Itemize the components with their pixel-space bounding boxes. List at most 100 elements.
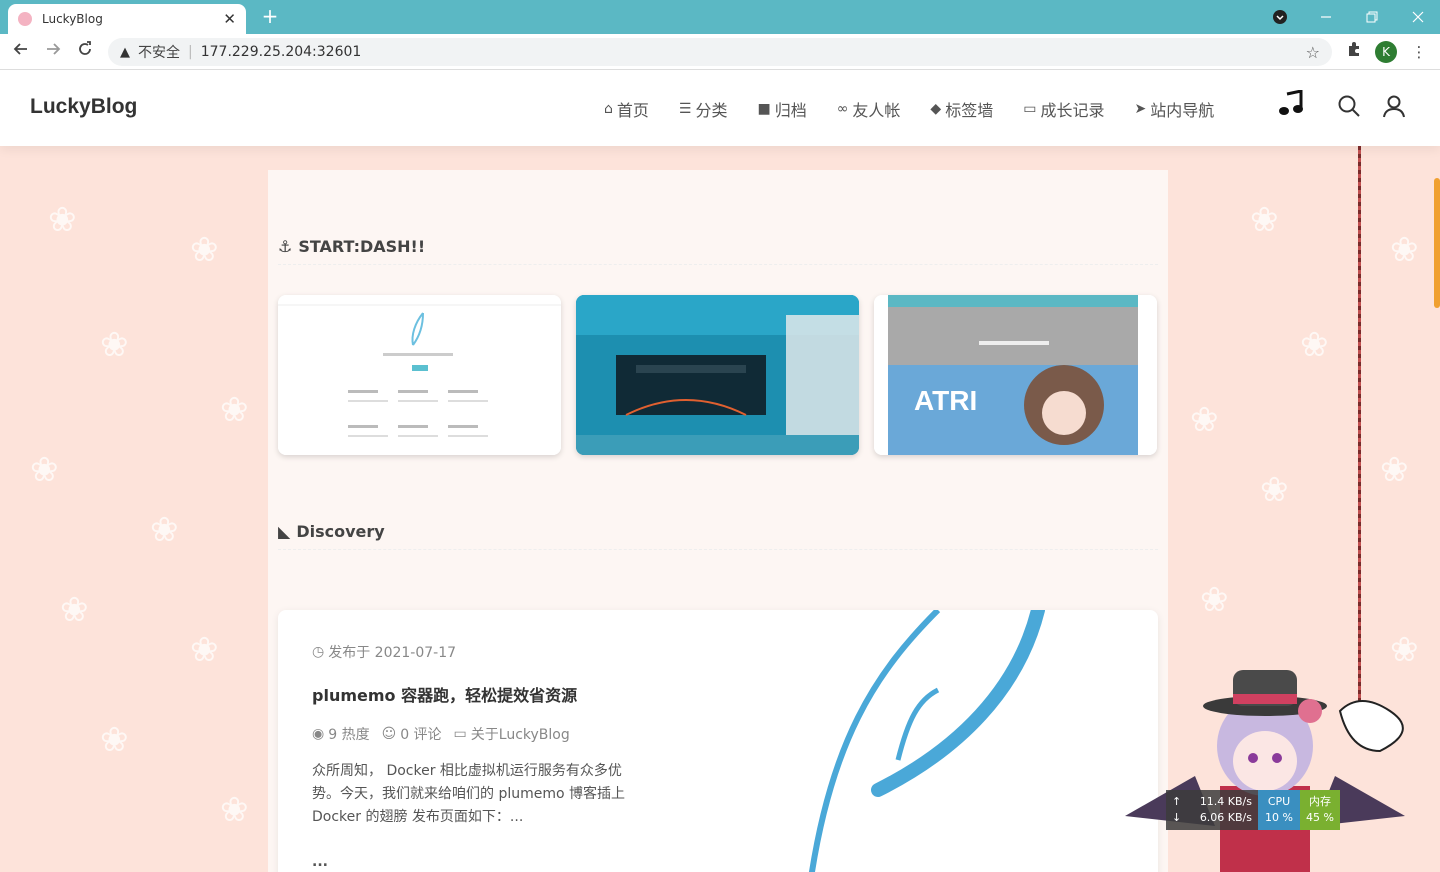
sakura-icon: ❀	[190, 230, 219, 270]
browser-toolbar: ▲ 不安全 | 177.229.25.204:32601 ☆ K ⋮	[0, 34, 1440, 70]
forward-icon[interactable]	[40, 40, 66, 64]
new-tab-button[interactable]: +	[258, 4, 282, 28]
post-category[interactable]: 关于LuckyBlog	[471, 724, 570, 744]
minimize-icon[interactable]	[1304, 0, 1348, 34]
nav-label: 站内导航	[1150, 101, 1215, 120]
post-card[interactable]: ◷ 发布于 2021-07-17 plumemo 容器跑，轻松提效省资源 ◉ 9…	[278, 610, 1158, 872]
close-window-icon[interactable]	[1396, 0, 1440, 34]
nav-item-archive[interactable]: ■ 归档	[757, 97, 806, 121]
menu-kebab-icon[interactable]: ⋮	[1408, 41, 1430, 63]
memory-panel: 内存 45 %	[1300, 790, 1340, 830]
sakura-icon: ❀	[1250, 200, 1279, 240]
folder-icon: ▭	[453, 726, 467, 742]
feature-card-thumbnail: ATRI	[874, 295, 1157, 455]
nav-item-category[interactable]: ☰ 分类	[679, 97, 728, 121]
network-panel: ↑ 11.4 KB/s ↓ 6.06 KB/s	[1166, 790, 1258, 830]
search-icon[interactable]	[1337, 94, 1361, 124]
post-comments[interactable]: 0 评论	[400, 724, 441, 744]
memory-value: 45 %	[1306, 811, 1334, 824]
browser-tab[interactable]: LuckyBlog ✕	[8, 4, 246, 34]
sakura-icon: ❀	[150, 510, 179, 550]
section-title: START:DASH!!	[298, 237, 426, 256]
post-date: ◷ 发布于 2021-07-17	[312, 642, 456, 662]
site-logo[interactable]: LuckyBlog	[30, 95, 137, 119]
tag-icon: ◆	[930, 101, 942, 117]
feature-card[interactable]	[278, 295, 561, 455]
nav-item-site-nav[interactable]: ➤ 站内导航	[1134, 97, 1214, 121]
extensions-icon[interactable]	[1343, 41, 1365, 63]
section-title: Discovery	[296, 522, 385, 541]
sakura-icon: ❀	[60, 590, 89, 630]
sakura-icon: ❀	[1200, 580, 1229, 620]
nav-label: 成长记录	[1040, 101, 1105, 120]
send-icon: ➤	[1134, 101, 1147, 117]
nav-label: 标签墙	[945, 101, 994, 120]
anchor-icon: ⚓	[278, 237, 293, 256]
download-speed: 6.06 KB/s	[1199, 811, 1252, 824]
profile-avatar[interactable]: K	[1375, 41, 1397, 63]
page-scrollbar-thumb[interactable]	[1434, 178, 1440, 308]
music-icon[interactable]	[1278, 89, 1304, 124]
section-start-dash: ⚓ START:DASH!!	[278, 237, 1158, 265]
download-arrow-icon: ↓	[1172, 811, 1182, 824]
nav-label: 友人帐	[852, 101, 901, 120]
feature-card[interactable]: ATRI	[874, 295, 1157, 455]
insecure-label: 不安全	[138, 45, 180, 61]
favicon-icon	[18, 12, 32, 26]
upload-arrow-icon: ↑	[1172, 795, 1182, 808]
sakura-icon: ❀	[220, 790, 249, 830]
mascot-illustration	[1125, 670, 1405, 872]
section-discovery: ◣ Discovery	[278, 522, 1158, 550]
site-header: LuckyBlog ⌂ 首页 ☰ 分类 ■ 归档 ∞ 友人帐 ◆ 标签墙 ▭ 成长记录 ➤ 站…	[0, 70, 1440, 146]
address-separator: |	[188, 44, 193, 60]
memory-label: 内存	[1309, 795, 1331, 808]
sakura-icon: ❀	[1300, 325, 1329, 365]
sakura-icon: ❀	[30, 450, 59, 490]
post-more[interactable]: ...	[312, 854, 328, 870]
main-content: ⚓ START:DASH!! ATRI ◣ Discovery ◷ 发布于 20…	[268, 170, 1168, 872]
nav-item-home[interactable]: ⌂ 首页	[604, 97, 649, 121]
feature-card-thumbnail	[576, 295, 859, 455]
back-icon[interactable]	[8, 40, 34, 64]
main-nav: ⌂ 首页 ☰ 分类 ■ 归档 ∞ 友人帐 ◆ 标签墙 ▭ 成长记录 ➤ 站内导航	[604, 97, 1244, 121]
tab-close-icon[interactable]: ✕	[223, 10, 236, 28]
sakura-icon: ❀	[1190, 400, 1219, 440]
post-date-text: 发布于 2021-07-17	[328, 645, 457, 661]
nav-item-growth[interactable]: ▭ 成长记录	[1023, 97, 1104, 121]
nav-item-friends[interactable]: ∞ 友人帐	[837, 97, 901, 121]
nav-label: 分类	[695, 101, 728, 120]
user-icon[interactable]	[1382, 94, 1406, 124]
warning-icon: ▲	[120, 44, 130, 60]
post-meta: ◉ 9 热度 ☺ 0 评论 ▭ 关于LuckyBlog	[312, 724, 570, 744]
feature-card[interactable]	[576, 295, 859, 455]
decorative-rope	[1358, 146, 1361, 706]
folder-icon: ▭	[1023, 101, 1037, 117]
reload-icon[interactable]	[72, 40, 98, 64]
system-monitor: ↑ 11.4 KB/s ↓ 6.06 KB/s CPU 10 % 内存 45 %	[1166, 790, 1340, 830]
restore-icon[interactable]	[1350, 0, 1394, 34]
sakura-icon: ❀	[220, 390, 249, 430]
url-text: 177.229.25.204:32601	[200, 44, 362, 60]
nav-item-tags[interactable]: ◆ 标签墙	[930, 97, 993, 121]
post-title[interactable]: plumemo 容器跑，轻松提效省资源	[312, 682, 577, 706]
browser-tab-bar: LuckyBlog ✕ +	[0, 0, 1440, 34]
sakura-icon: ❀	[1380, 450, 1409, 490]
sakura-icon: ❀	[100, 325, 129, 365]
bookmark-icon: ◣	[278, 522, 291, 541]
sakura-icon: ❀	[190, 630, 219, 670]
link-icon: ∞	[836, 101, 849, 117]
bookmark-star-icon[interactable]: ☆	[1306, 43, 1320, 62]
tab-search-icon[interactable]	[1258, 0, 1302, 34]
sakura-icon: ❀	[48, 200, 77, 240]
page-viewport: ❀ ❀ ❀ ❀ ❀ ❀ ❀ ❀ ❀ ❀ ❀ ❀ ❀ ❀ ❀ ❀ ❀ ❀ Luck…	[0, 70, 1440, 872]
upload-row: ↑ 11.4 KB/s	[1172, 794, 1252, 810]
eye-icon: ◉	[312, 726, 325, 742]
cpu-label: CPU	[1267, 795, 1291, 808]
sakura-icon: ❀	[1390, 230, 1419, 270]
feather-illustration	[808, 610, 1045, 872]
address-bar[interactable]: ▲ 不安全 | 177.229.25.204:32601 ☆	[108, 38, 1332, 66]
clock-icon: ◷	[312, 644, 325, 660]
home-icon: ⌂	[604, 101, 613, 117]
cpu-panel: CPU 10 %	[1258, 790, 1300, 830]
post-views: 9 热度	[328, 727, 370, 743]
